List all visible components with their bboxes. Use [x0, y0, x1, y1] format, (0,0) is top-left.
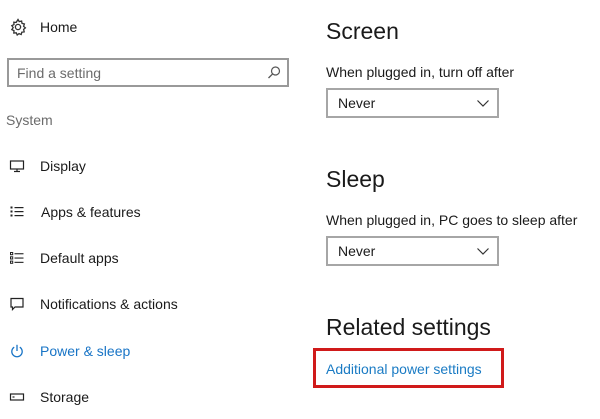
sidebar-item-default-apps[interactable]: Default apps — [8, 247, 119, 269]
highlight-box: Additional power settings — [313, 348, 504, 388]
sidebar-item-display[interactable]: Display — [8, 155, 86, 177]
gear-icon — [8, 17, 28, 37]
home-nav-item[interactable]: Home — [8, 16, 77, 38]
notification-icon — [8, 295, 26, 313]
screen-timeout-value: Never — [338, 95, 376, 111]
apps-list-icon — [8, 203, 26, 221]
monitor-icon — [8, 157, 26, 175]
sidebar-item-label: Default apps — [40, 250, 119, 266]
related-settings-heading: Related settings — [326, 314, 491, 340]
chevron-down-icon — [476, 244, 490, 258]
sidebar-item-label: Apps & features — [41, 204, 141, 220]
screen-heading: Screen — [326, 18, 399, 44]
storage-icon — [8, 388, 26, 406]
screen-field-label: When plugged in, turn off after — [326, 64, 515, 80]
sleep-field-label: When plugged in, PC goes to sleep after — [326, 212, 578, 228]
chevron-down-icon — [476, 96, 490, 110]
section-label-system: System — [6, 112, 53, 128]
sidebar-item-label: Storage — [40, 389, 90, 405]
sidebar-item-label: Notifications & actions — [40, 296, 178, 312]
home-label: Home — [40, 19, 78, 35]
power-icon — [8, 342, 26, 360]
sidebar-item-label: Display — [40, 158, 86, 174]
sidebar-item-notifications[interactable]: Notifications & actions — [8, 293, 178, 315]
sleep-timeout-dropdown[interactable]: Never — [326, 236, 499, 266]
search-icon[interactable] — [265, 64, 283, 82]
sidebar: Home System Display — [0, 0, 300, 419]
sidebar-item-apps-features[interactable]: Apps & features — [8, 201, 141, 223]
default-apps-icon — [8, 249, 26, 267]
sidebar-item-label: Power & sleep — [40, 343, 131, 359]
screen-timeout-dropdown[interactable]: Never — [326, 88, 499, 118]
search-box[interactable] — [7, 58, 289, 87]
sidebar-item-power-sleep[interactable]: Power & sleep — [8, 340, 130, 362]
sidebar-item-storage[interactable]: Storage — [8, 386, 89, 408]
search-input[interactable] — [17, 63, 257, 82]
sleep-heading: Sleep — [326, 166, 385, 192]
sleep-timeout-value: Never — [338, 243, 376, 259]
additional-power-settings-link[interactable]: Additional power settings — [326, 361, 482, 377]
